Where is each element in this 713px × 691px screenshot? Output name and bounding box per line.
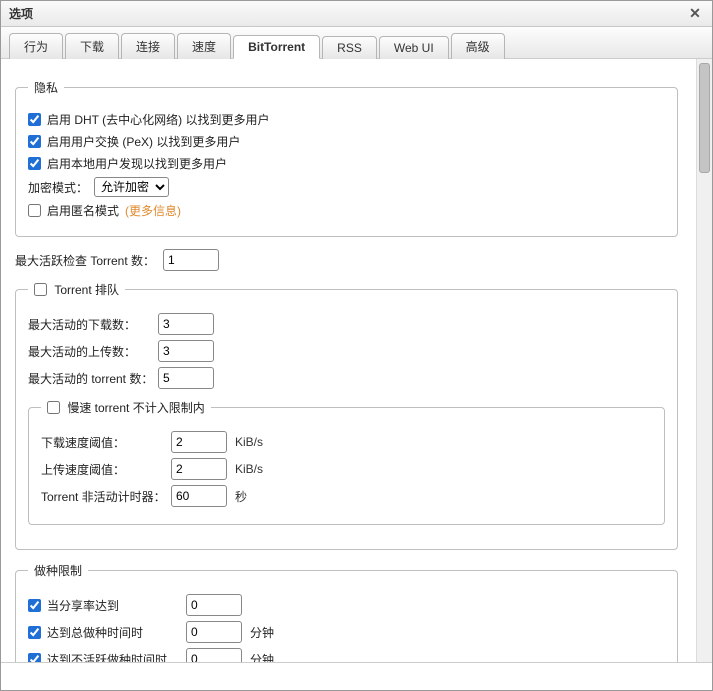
dht-label: 启用 DHT (去中心化网络) 以找到更多用户 — [47, 111, 269, 128]
titlebar[interactable]: 选项 ✕ — [1, 1, 712, 27]
queue-legend: Torrent 排队 — [54, 283, 119, 297]
dht-checkbox[interactable] — [28, 113, 41, 126]
slow-dl-unit: KiB/s — [235, 435, 263, 449]
pex-label: 启用用户交换 (PeX) 以找到更多用户 — [47, 133, 240, 150]
tab-connection[interactable]: 连接 — [121, 33, 175, 59]
ratio-label: 当分享率达到 — [47, 597, 119, 614]
seed-time-unit: 分钟 — [250, 624, 274, 641]
pex-checkbox-label[interactable]: 启用用户交换 (PeX) 以找到更多用户 — [28, 133, 240, 150]
slow-inactive-input[interactable] — [171, 485, 227, 507]
lsd-label: 启用本地用户发现以找到更多用户 — [47, 155, 227, 172]
slow-ul-label: 上传速度阈值： — [41, 461, 171, 478]
lsd-checkbox[interactable] — [28, 157, 41, 170]
tab-behavior[interactable]: 行为 — [9, 33, 63, 59]
options-dialog: 选项 ✕ 行为 下载 连接 速度 BitTorrent RSS Web UI 高… — [0, 0, 713, 691]
footer — [1, 662, 712, 690]
slow-group: 慢速 torrent 不计入限制内 下载速度阈值： KiB/s 上传速度阈值： … — [28, 399, 665, 525]
ratio-input[interactable] — [186, 594, 242, 616]
ratio-checkbox[interactable] — [28, 599, 41, 612]
max-active-check-label: 最大活跃检查 Torrent 数： — [15, 252, 155, 269]
max-up-input[interactable] — [158, 340, 214, 362]
anon-checkbox-label[interactable]: 启用匿名模式 (更多信息) — [28, 202, 181, 219]
slow-legend: 慢速 torrent 不计入限制内 — [67, 401, 204, 415]
scrollbar[interactable] — [696, 59, 712, 690]
tab-webui[interactable]: Web UI — [379, 36, 449, 59]
max-active-input[interactable] — [158, 367, 214, 389]
dht-checkbox-label[interactable]: 启用 DHT (去中心化网络) 以找到更多用户 — [28, 111, 269, 128]
max-active-label: 最大活动的 torrent 数： — [28, 370, 158, 387]
queue-enable-checkbox[interactable] — [34, 283, 47, 296]
slow-enable-checkbox[interactable] — [47, 401, 60, 414]
max-dl-label: 最大活动的下载数： — [28, 316, 158, 333]
tab-rss[interactable]: RSS — [322, 36, 377, 59]
seed-legend: 做种限制 — [28, 562, 88, 579]
slow-dl-input[interactable] — [171, 431, 227, 453]
max-active-check-input[interactable] — [163, 249, 219, 271]
tab-downloads[interactable]: 下载 — [65, 33, 119, 59]
seed-time-checkbox[interactable] — [28, 626, 41, 639]
tab-advanced[interactable]: 高级 — [451, 33, 505, 59]
lsd-checkbox-label[interactable]: 启用本地用户发现以找到更多用户 — [28, 155, 227, 172]
slow-ul-unit: KiB/s — [235, 462, 263, 476]
close-icon[interactable]: ✕ — [686, 5, 704, 23]
slow-ul-input[interactable] — [171, 458, 227, 480]
max-dl-input[interactable] — [158, 313, 214, 335]
seed-time-input[interactable] — [186, 621, 242, 643]
dialog-title: 选项 — [9, 5, 33, 22]
anon-label: 启用匿名模式 — [47, 202, 119, 219]
pex-checkbox[interactable] — [28, 135, 41, 148]
encryption-mode-label: 加密模式： — [28, 179, 88, 196]
anon-checkbox[interactable] — [28, 204, 41, 217]
content-panel: 隐私 启用 DHT (去中心化网络) 以找到更多用户 启用用户交换 (PeX) … — [1, 59, 696, 690]
slow-dl-label: 下载速度阈值： — [41, 434, 171, 451]
slow-inactive-label: Torrent 非活动计时器： — [41, 488, 171, 505]
seed-time-label: 达到总做种时间时 — [47, 624, 143, 641]
tab-bittorrent[interactable]: BitTorrent — [233, 35, 320, 59]
privacy-group: 隐私 启用 DHT (去中心化网络) 以找到更多用户 启用用户交换 (PeX) … — [15, 79, 678, 237]
scrollbar-thumb[interactable] — [699, 63, 710, 173]
anon-more-info-link[interactable]: (更多信息) — [125, 202, 181, 219]
tab-speed[interactable]: 速度 — [177, 33, 231, 59]
tabs-bar: 行为 下载 连接 速度 BitTorrent RSS Web UI 高级 — [1, 27, 712, 59]
slow-inactive-unit: 秒 — [235, 488, 247, 505]
privacy-legend: 隐私 — [28, 79, 64, 96]
max-up-label: 最大活动的上传数： — [28, 343, 158, 360]
encryption-mode-select[interactable]: 允许加密 — [94, 177, 169, 197]
queue-group: Torrent 排队 最大活动的下载数： 最大活动的上传数： 最大活动的 tor… — [15, 281, 678, 550]
